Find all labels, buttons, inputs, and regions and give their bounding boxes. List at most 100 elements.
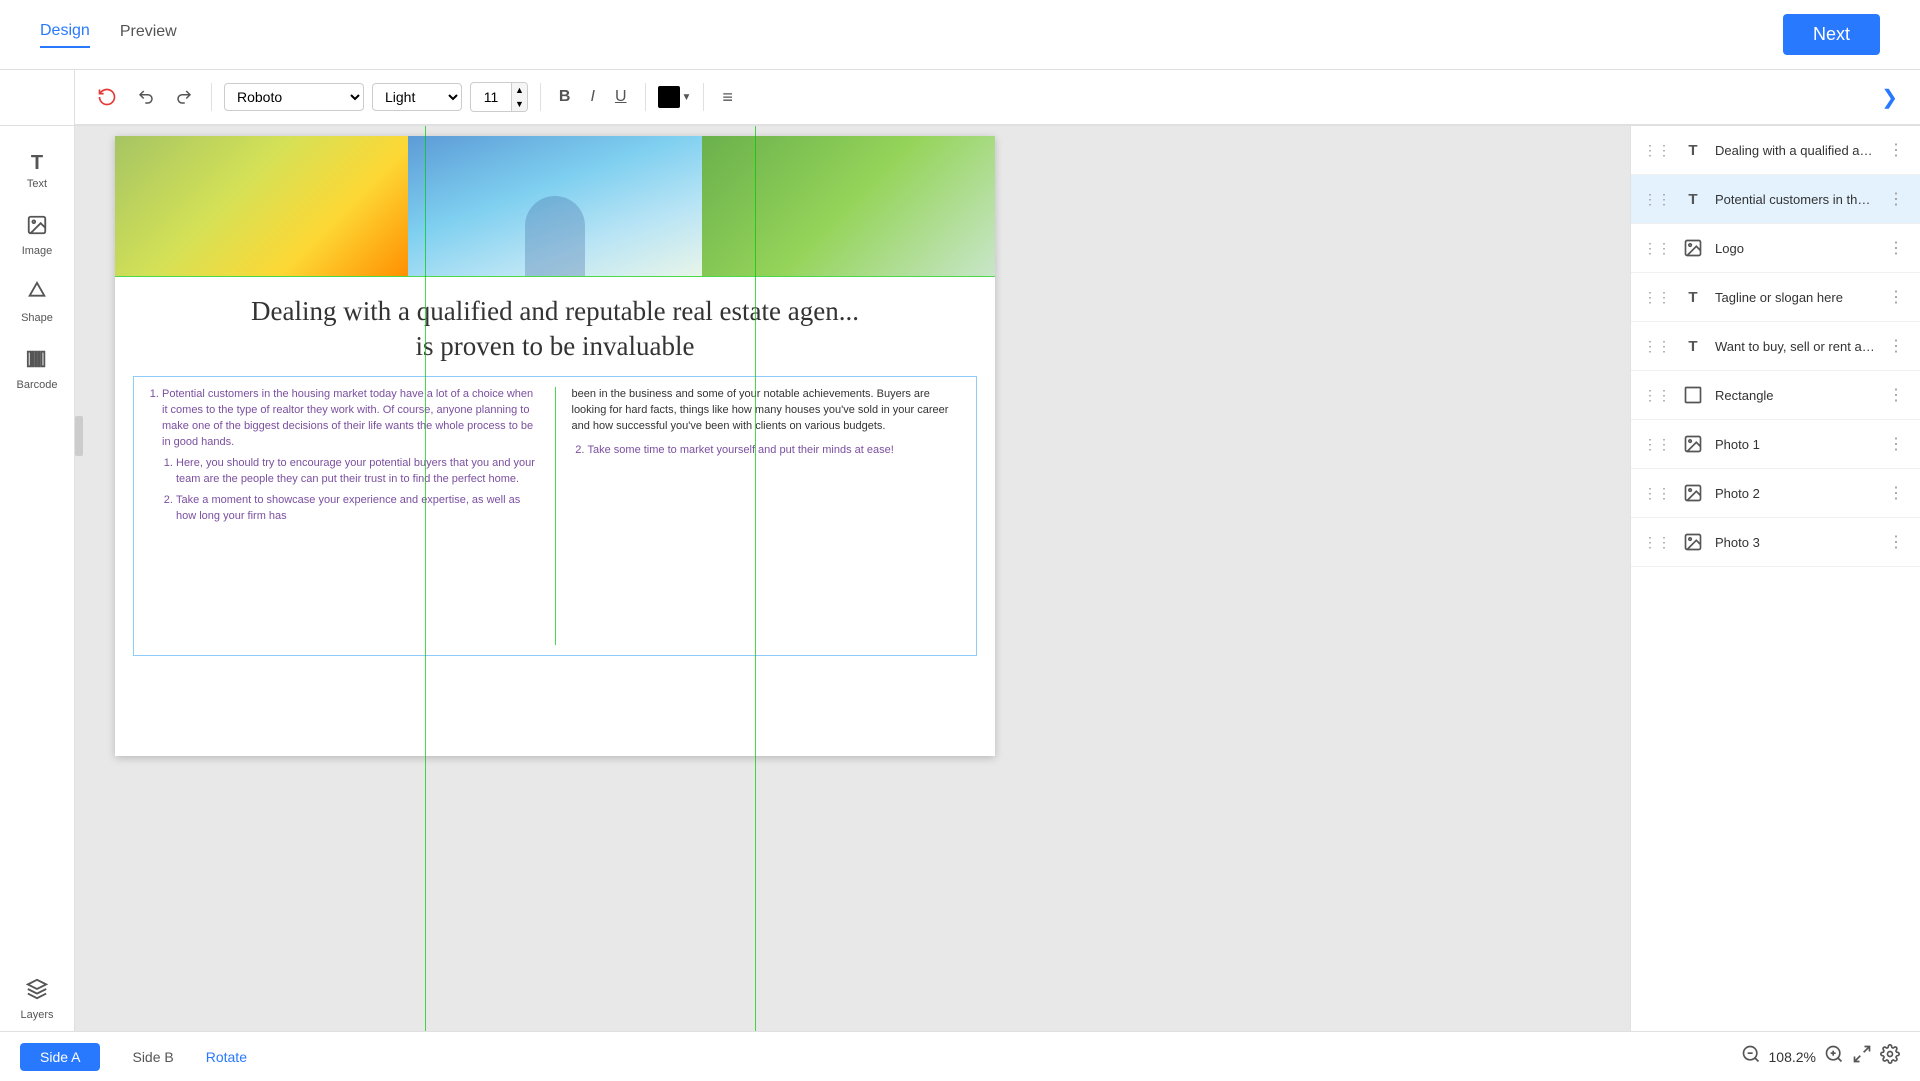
settings-button[interactable] [1880, 1044, 1900, 1069]
layer-menu-4[interactable]: ⋮ [1884, 285, 1908, 309]
layer-menu-6[interactable]: ⋮ [1884, 383, 1908, 407]
italic-button[interactable]: I [584, 84, 600, 110]
font-size-input[interactable] [471, 85, 511, 109]
color-picker-button[interactable]: ▼ [658, 86, 692, 108]
font-size-up[interactable]: ▲ [512, 83, 527, 97]
guide-v1 [425, 126, 426, 1031]
guide-h1 [115, 276, 995, 277]
bold-button[interactable]: B [553, 84, 577, 110]
drag-icon-9: ⋮⋮ [1643, 534, 1671, 551]
layer-type-text-1: T [1679, 136, 1707, 164]
slide-title-area: Dealing with a qualified and reputable r… [115, 276, 995, 372]
undo-button[interactable] [91, 83, 123, 111]
undo-back-button[interactable] [131, 84, 161, 110]
layer-type-image-8 [1679, 479, 1707, 507]
drag-icon-1: ⋮⋮ [1643, 142, 1671, 159]
drag-icon-6: ⋮⋮ [1643, 387, 1671, 404]
header: Design Preview Next [0, 0, 1920, 70]
layer-item-7[interactable]: ⋮⋮ Photo 1 ⋮ [1631, 420, 1920, 469]
drag-handle-left[interactable] [75, 416, 83, 456]
divider-2 [540, 83, 541, 111]
side-a-tab[interactable]: Side A [20, 1043, 100, 1071]
toolbar-expand-button[interactable]: ❯ [1875, 81, 1904, 114]
layer-name-4: Tagline or slogan here [1715, 290, 1876, 305]
layer-type-text-2: T [1679, 185, 1707, 213]
layer-menu-8[interactable]: ⋮ [1884, 481, 1908, 505]
layer-name-2: Potential customers in the housing ... [1715, 192, 1876, 207]
underline-button[interactable]: U [609, 84, 633, 110]
slide-title-text: Dealing with a qualified and reputable r… [135, 294, 975, 364]
next-button[interactable]: Next [1783, 14, 1880, 55]
fullscreen-button[interactable] [1852, 1044, 1872, 1069]
layer-menu-9[interactable]: ⋮ [1884, 530, 1908, 554]
layer-type-image-7 [1679, 430, 1707, 458]
zoom-in-button[interactable] [1824, 1044, 1844, 1069]
tab-design[interactable]: Design [40, 22, 90, 48]
divider-3 [645, 83, 646, 111]
zoom-out-button[interactable] [1741, 1044, 1761, 1069]
left-sidebar: T Text Image Shape Barcode Layers [0, 126, 75, 1031]
layer-item-1[interactable]: ⋮⋮ T Dealing with a qualified and reputa… [1631, 126, 1920, 175]
align-button[interactable]: ≡ [716, 83, 739, 112]
layer-item-3[interactable]: ⋮⋮ Logo ⋮ [1631, 224, 1920, 273]
layer-menu-7[interactable]: ⋮ [1884, 432, 1908, 456]
photo-3 [702, 136, 995, 276]
layer-menu-1[interactable]: ⋮ [1884, 138, 1908, 162]
layer-menu-5[interactable]: ⋮ [1884, 334, 1908, 358]
rotate-button[interactable]: Rotate [206, 1049, 247, 1065]
layers-icon [26, 978, 48, 1006]
drag-icon-8: ⋮⋮ [1643, 485, 1671, 502]
sidebar-item-barcode[interactable]: Barcode [5, 338, 70, 401]
layer-item-5[interactable]: ⋮⋮ T Want to buy, sell or rent a propert… [1631, 322, 1920, 371]
color-swatch [658, 86, 680, 108]
slide-content-box: Potential customers in the housing marke… [133, 376, 977, 656]
photo-2 [408, 136, 701, 276]
zoom-controls: 108.2% [1741, 1044, 1900, 1069]
sidebar-item-shape[interactable]: Shape [5, 271, 70, 334]
font-weight-select[interactable]: Light Regular Bold [372, 83, 462, 111]
barcode-icon [26, 348, 48, 376]
layer-menu-3[interactable]: ⋮ [1884, 236, 1908, 260]
content-item-1: Potential customers in the housing marke… [162, 387, 539, 525]
photo-3-placeholder [702, 136, 995, 276]
layer-item-4[interactable]: ⋮⋮ T Tagline or slogan here ⋮ [1631, 273, 1920, 322]
main-area: T Text Image Shape Barcode Layers [0, 126, 1920, 1031]
content-col2-text1: been in the business and some of your no… [572, 387, 965, 435]
layer-name-1: Dealing with a qualified and reputable r… [1715, 143, 1876, 158]
font-size-down[interactable]: ▼ [512, 97, 527, 111]
layer-menu-2[interactable]: ⋮ [1884, 187, 1908, 211]
image-icon [26, 214, 48, 242]
redo-button[interactable] [169, 84, 199, 110]
sidebar-item-text[interactable]: T Text [5, 142, 70, 200]
drag-icon-2: ⋮⋮ [1643, 191, 1671, 208]
layer-name-9: Photo 3 [1715, 535, 1876, 550]
layer-item-8[interactable]: ⋮⋮ Photo 2 ⋮ [1631, 469, 1920, 518]
drag-icon-3: ⋮⋮ [1643, 240, 1671, 257]
sidebar-item-layers[interactable]: Layers [5, 968, 70, 1031]
drag-icon-5: ⋮⋮ [1643, 338, 1671, 355]
sidebar-item-image[interactable]: Image [5, 204, 70, 267]
font-family-select[interactable]: Roboto [224, 83, 364, 111]
layer-type-text-5: T [1679, 332, 1707, 360]
slide-canvas: Dealing with a qualified and reputable r… [115, 136, 995, 756]
sidebar-shape-label: Shape [21, 312, 53, 324]
side-b-tab[interactable]: Side B [112, 1043, 193, 1071]
divider-1 [211, 83, 212, 111]
layer-type-text-4: T [1679, 283, 1707, 311]
layer-type-shape-6 [1679, 381, 1707, 409]
layer-item-9[interactable]: ⋮⋮ Photo 3 ⋮ [1631, 518, 1920, 567]
layer-item-2[interactable]: ⋮⋮ T Potential customers in the housing … [1631, 175, 1920, 224]
drag-icon-4: ⋮⋮ [1643, 289, 1671, 306]
text-icon: T [31, 152, 43, 175]
bottom-bar: Side A Side B Rotate 108.2% [0, 1031, 1920, 1081]
layer-name-3: Logo [1715, 241, 1876, 256]
tab-preview[interactable]: Preview [120, 23, 177, 47]
canvas-area: Dealing with a qualified and reputable r… [75, 126, 1630, 1031]
layer-name-5: Want to buy, sell or rent a property? [1715, 339, 1876, 354]
layer-type-image-3 [1679, 234, 1707, 262]
layers-panel: ⋮⋮ T Dealing with a qualified and reputa… [1630, 126, 1920, 1031]
layer-name-6: Rectangle [1715, 388, 1876, 403]
layer-type-image-9 [1679, 528, 1707, 556]
layer-item-6[interactable]: ⋮⋮ Rectangle ⋮ [1631, 371, 1920, 420]
shape-icon [26, 281, 48, 309]
